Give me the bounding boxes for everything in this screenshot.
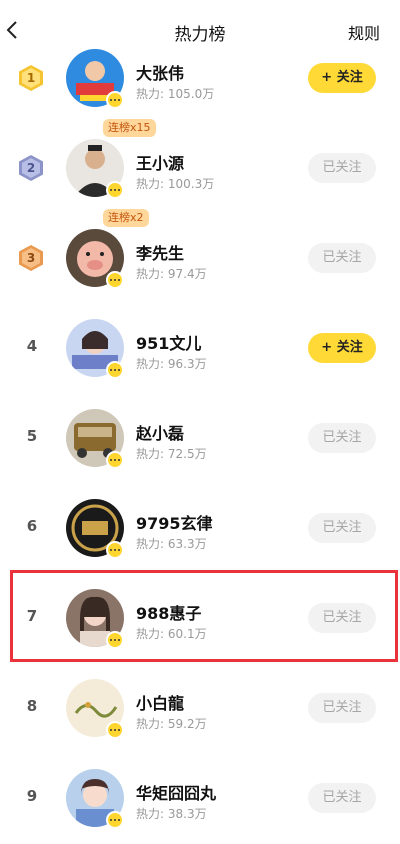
heat-value: 热力: 38.3万 — [136, 807, 207, 821]
list-item[interactable]: 6 9795玄律 热力: 63.3万 已关注 — [0, 483, 400, 573]
rank-number: 9 — [26, 787, 38, 805]
rank-medal-bronze: 3 — [18, 244, 44, 272]
list-item[interactable]: 8 小白龍 热力: 59.2万 已关注 — [0, 663, 400, 753]
followed-button[interactable]: 已关注 — [308, 783, 376, 813]
list-item[interactable]: 1 大张伟 热力: 105.0万 + 关注 — [0, 33, 400, 123]
live-badge — [106, 541, 124, 559]
heat-value: 热力: 97.4万 — [136, 267, 207, 281]
ranking-list: 1 大张伟 热力: 105.0万 + 关注 2 连榜x15 王小源 热力: 10… — [0, 33, 400, 843]
follow-button[interactable]: + 关注 — [308, 333, 376, 363]
rank-number: 8 — [26, 697, 38, 715]
live-badge — [106, 451, 124, 469]
streamer-name: 小白龍 — [136, 694, 185, 713]
followed-button[interactable]: 已关注 — [308, 243, 376, 273]
followed-button[interactable]: 已关注 — [308, 153, 376, 183]
rank-number: 4 — [26, 337, 38, 355]
live-badge — [106, 811, 124, 829]
streamer-name: 赵小磊 — [136, 424, 185, 443]
list-item[interactable]: 4 951文儿 热力: 96.3万 + 关注 — [0, 303, 400, 393]
heat-value: 热力: 96.3万 — [136, 357, 207, 371]
avatar[interactable] — [66, 499, 124, 559]
followed-button[interactable]: 已关注 — [308, 513, 376, 543]
avatar[interactable] — [66, 409, 124, 469]
streamer-name: 951文儿 — [136, 334, 202, 353]
avatar[interactable] — [66, 679, 124, 739]
streak-badge: 连榜x2 — [103, 209, 149, 227]
streamer-name: 王小源 — [136, 154, 185, 173]
followed-button[interactable]: 已关注 — [308, 693, 376, 723]
streamer-name: 华矩囧囧丸 — [136, 784, 217, 803]
list-item[interactable]: 2 连榜x15 王小源 热力: 100.3万 已关注 — [0, 119, 400, 213]
avatar[interactable] — [66, 139, 124, 199]
streamer-name: 李先生 — [136, 244, 185, 263]
rank-medal-silver: 2 — [18, 154, 44, 182]
rank-number: 5 — [26, 427, 38, 445]
live-badge — [106, 181, 124, 199]
rank-medal-gold: 1 — [18, 64, 44, 92]
streamer-name: 大张伟 — [136, 64, 185, 83]
follow-button[interactable]: + 关注 — [308, 63, 376, 93]
followed-button[interactable]: 已关注 — [308, 423, 376, 453]
heat-value: 热力: 72.5万 — [136, 447, 207, 461]
heat-value: 热力: 105.0万 — [136, 87, 215, 101]
live-badge — [106, 91, 124, 109]
live-badge — [106, 271, 124, 289]
avatar[interactable] — [66, 229, 124, 289]
avatar[interactable] — [66, 769, 124, 829]
streamer-name: 9795玄律 — [136, 514, 213, 533]
live-badge — [106, 721, 124, 739]
avatar[interactable] — [66, 49, 124, 109]
live-badge — [106, 361, 124, 379]
rank-number: 6 — [26, 517, 38, 535]
list-item[interactable]: 3 连榜x2 李先生 热力: 97.4万 已关注 — [0, 209, 400, 303]
heat-value: 热力: 59.2万 — [136, 717, 207, 731]
highlight-box — [10, 570, 398, 662]
list-item[interactable]: 5 赵小磊 热力: 72.5万 已关注 — [0, 393, 400, 483]
streak-badge: 连榜x15 — [103, 119, 156, 137]
avatar[interactable] — [66, 319, 124, 379]
heat-value: 热力: 63.3万 — [136, 537, 207, 551]
heat-value: 热力: 100.3万 — [136, 177, 215, 191]
list-item[interactable]: 9 华矩囧囧丸 热力: 38.3万 已关注 — [0, 753, 400, 843]
